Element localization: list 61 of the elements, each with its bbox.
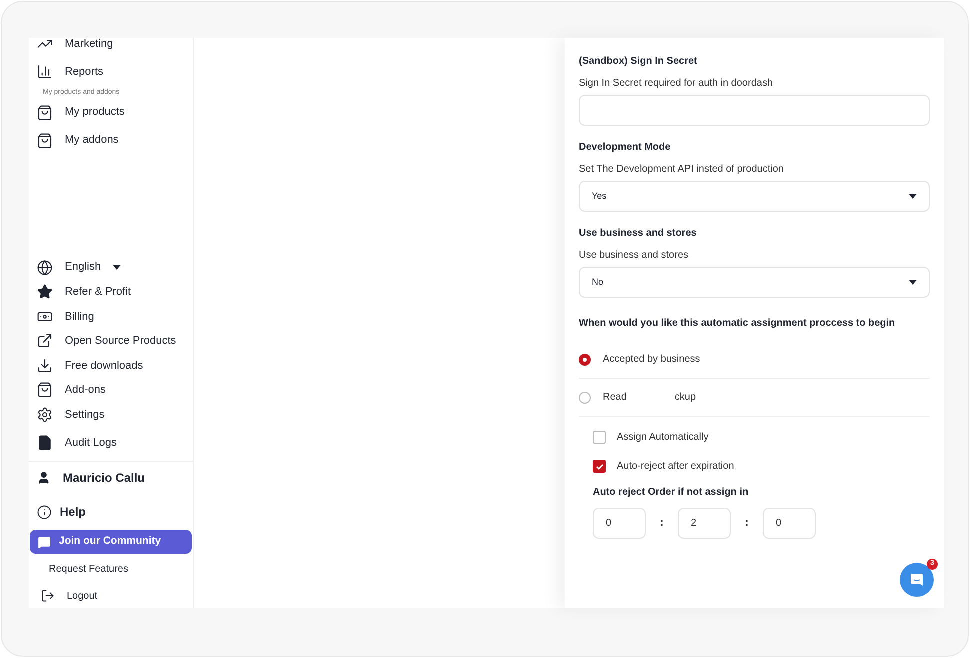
sidebar-item[interactable]: Open Source Products <box>29 329 194 354</box>
chat-icon <box>910 573 924 587</box>
star-icon <box>37 284 53 300</box>
radio-label: ckup <box>674 391 696 405</box>
checkmark-icon <box>596 464 604 470</box>
sidebar-item[interactable]: Refer & Profit <box>29 280 194 304</box>
sidebar-item[interactable]: Billing <box>29 304 194 329</box>
select-field[interactable]: No <box>579 267 930 298</box>
download-icon <box>37 358 53 374</box>
question-text: When would you like this automatic assignment proccess to begin <box>579 317 896 331</box>
checkbox-label: Assign Automatically <box>617 431 709 445</box>
bag-icon <box>37 382 53 398</box>
caret-icon <box>113 264 122 270</box>
sidebar-item[interactable]: Audit Logs <box>29 427 194 459</box>
input-field[interactable] <box>579 95 930 126</box>
sidebar-item[interactable]: Free downloads <box>29 354 194 378</box>
language-selector[interactable]: English <box>29 255 194 280</box>
sidebar-item[interactable]: Marketing <box>29 30 194 58</box>
logout-button[interactable]: Logout <box>29 584 194 608</box>
field-title: Development Mode <box>579 141 672 155</box>
info-icon <box>37 504 52 520</box>
checkbox[interactable] <box>593 460 606 473</box>
radio-label: Accepted by business <box>603 353 700 367</box>
request-features-link[interactable]: Request Features <box>29 554 194 584</box>
field-title: Use business and stores <box>579 227 698 241</box>
timer-title: Auto reject Order if not assign in <box>593 486 750 500</box>
checkbox[interactable] <box>593 431 606 444</box>
radio-button[interactable] <box>579 354 591 366</box>
document-icon <box>37 435 53 451</box>
time-input[interactable]: 0 <box>763 508 816 539</box>
logout-icon <box>41 589 55 603</box>
settings-icon <box>37 406 53 423</box>
community-button[interactable]: Join our Community <box>30 530 192 554</box>
time-separator: : <box>744 516 750 532</box>
sidebar-item[interactable]: Settings <box>29 402 194 427</box>
sidebar-item[interactable]: My products <box>29 98 194 126</box>
globe-icon <box>37 260 53 276</box>
checkbox-label: Auto-reject after expiration <box>617 460 734 474</box>
time-input[interactable]: 0 <box>593 508 646 539</box>
chat-icon <box>38 536 51 548</box>
field-description: Use business and stores <box>579 249 690 263</box>
bag-icon <box>37 132 53 148</box>
select-field[interactable]: Yes <box>579 181 930 212</box>
help-link[interactable]: Help <box>29 494 194 530</box>
user-name[interactable]: Mauricio Callu <box>29 462 194 494</box>
time-separator: : <box>659 516 665 532</box>
user-icon <box>37 471 51 485</box>
radio-button[interactable] <box>579 392 591 404</box>
caret-icon <box>909 280 917 285</box>
sidebar-item[interactable]: My addons <box>29 126 194 154</box>
bag-icon <box>37 104 53 120</box>
external-link-icon <box>37 333 53 350</box>
sidebar-item[interactable]: Add-ons <box>29 378 194 402</box>
field-title: (Sandbox) Sign In Secret <box>579 55 698 69</box>
time-input[interactable]: 2 <box>678 508 731 539</box>
field-description: Set The Development API insted of production <box>579 163 785 177</box>
sidebar-item[interactable]: Reports <box>29 58 194 86</box>
caret-icon <box>909 194 917 199</box>
field-description: Sign In Secret required for auth in doordash <box>579 77 774 91</box>
bar-chart-icon <box>37 64 53 80</box>
radio-label: Read <box>603 391 627 405</box>
